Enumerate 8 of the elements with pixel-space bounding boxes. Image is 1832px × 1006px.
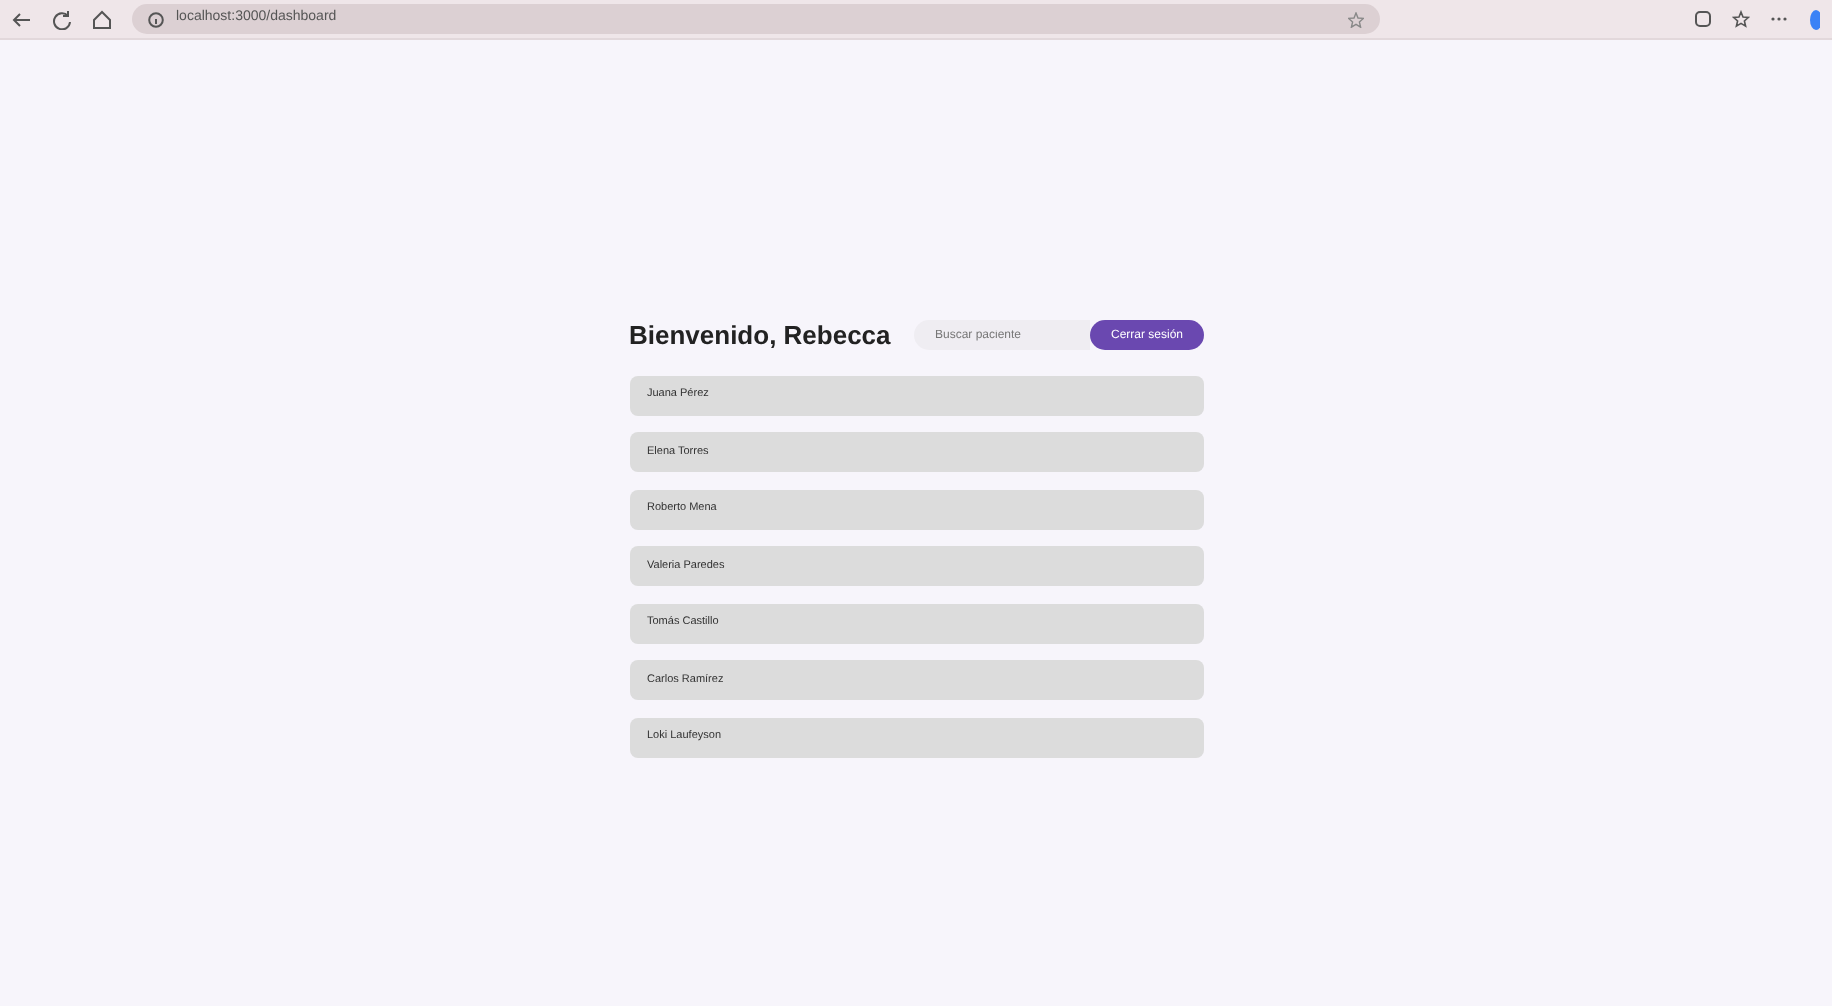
back-icon[interactable]: [12, 9, 32, 29]
home-icon[interactable]: [92, 9, 112, 29]
star-icon[interactable]: [1348, 11, 1364, 27]
welcome-heading: Bienvenido, Rebecca: [629, 318, 891, 354]
extensions-icon[interactable]: [1694, 10, 1712, 28]
info-icon: [148, 11, 164, 27]
favorites-icon[interactable]: [1732, 10, 1750, 28]
refresh-icon[interactable]: [52, 9, 72, 29]
